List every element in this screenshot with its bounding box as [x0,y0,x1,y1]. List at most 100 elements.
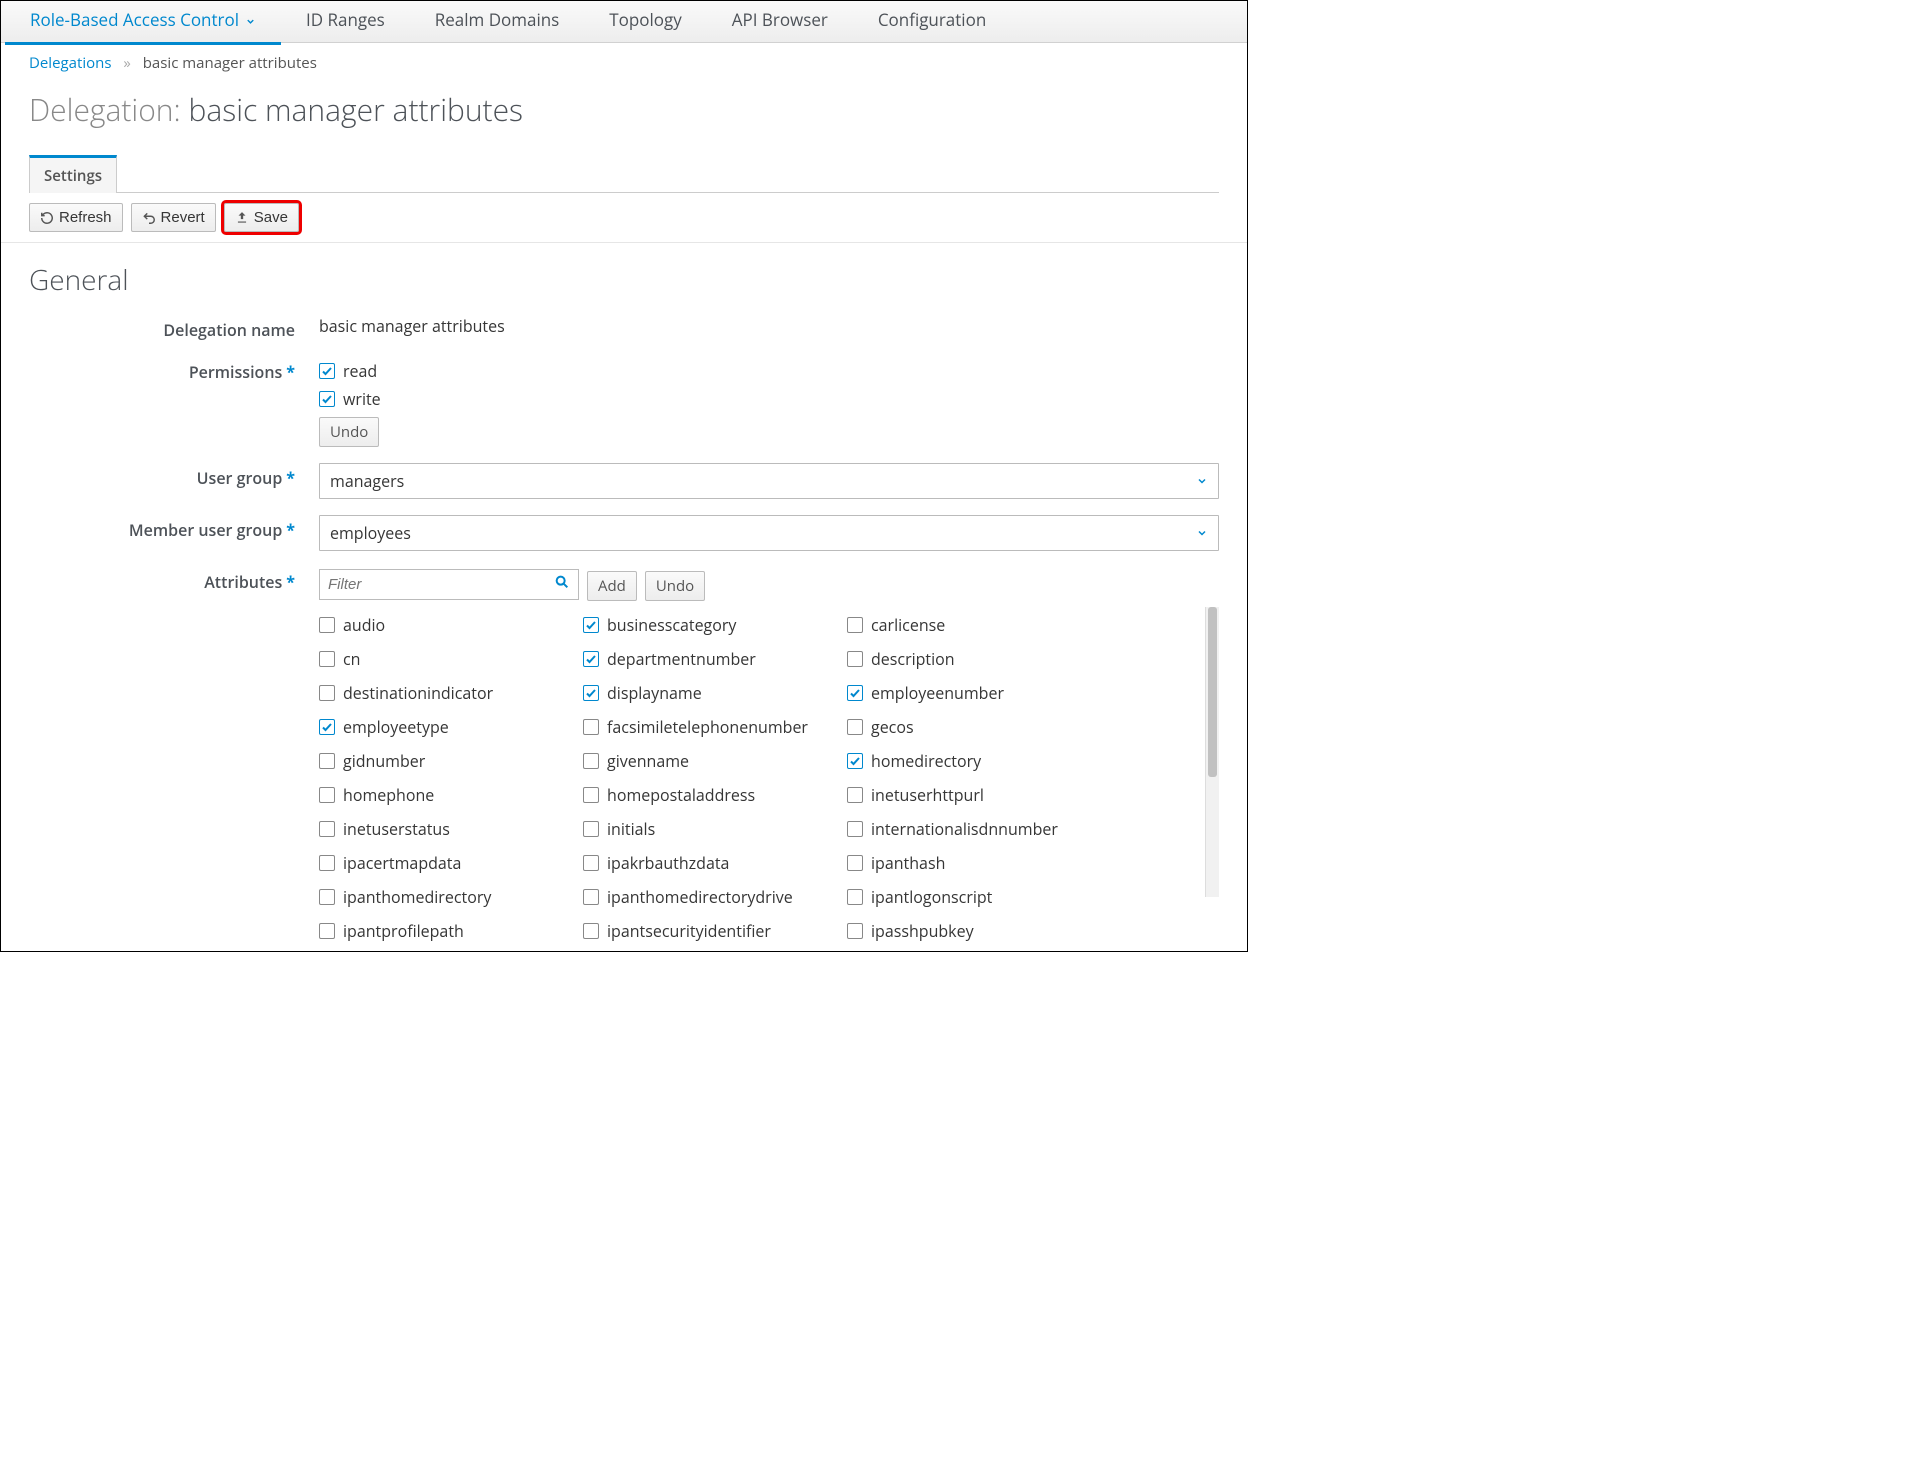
required-star: * [286,467,295,489]
attribute-checkbox-employeenumber[interactable] [847,685,863,701]
attribute-checkbox-gidnumber[interactable] [319,753,335,769]
top-nav: Role-Based Access ControlID RangesRealm … [1,1,1247,43]
attribute-label: inetuserhttpurl [871,784,984,806]
topnav-item-0[interactable]: Role-Based Access Control [5,0,281,44]
attribute-item: gidnumber [319,747,579,775]
user-group-select[interactable]: managers [319,463,1219,499]
search-icon[interactable] [546,573,578,595]
required-star: * [286,519,295,541]
attribute-checkbox-inetuserhttpurl[interactable] [847,787,863,803]
attribute-item: businesscategory [583,611,843,639]
attribute-checkbox-ipantsecurityidentifier[interactable] [583,923,599,939]
attribute-checkbox-departmentnumber[interactable] [583,651,599,667]
attribute-item: cn [319,645,579,673]
topnav-item-2[interactable]: Realm Domains [410,0,585,44]
tab-settings[interactable]: Settings [29,155,117,193]
topnav-item-4[interactable]: API Browser [707,0,853,44]
save-button[interactable]: Save [224,203,299,232]
attribute-label: carlicense [871,614,945,636]
attribute-checkbox-homepostaladdress[interactable] [583,787,599,803]
attribute-item: destinationindicator [319,679,579,707]
attribute-label: ipanthomedirectory [343,886,491,908]
attribute-checkbox-displayname[interactable] [583,685,599,701]
attribute-item: audio [319,611,579,639]
attribute-checkbox-ipasshpubkey[interactable] [847,923,863,939]
attribute-item: employeetype [319,713,579,741]
attribute-item: ipanthomedirectory [319,883,579,911]
attribute-checkbox-employeetype[interactable] [319,719,335,735]
topnav-item-3[interactable]: Topology [584,0,706,44]
attribute-item: homepostaladdress [583,781,843,809]
attribute-item: inetuserhttpurl [847,781,1107,809]
attribute-checkbox-destinationindicator[interactable] [319,685,335,701]
attribute-filter-input[interactable] [320,570,546,599]
attribute-checkbox-homedirectory[interactable] [847,753,863,769]
breadcrumb-separator: » [123,53,130,73]
chevron-down-icon [1196,522,1208,544]
attribute-checkbox-internationalisdnnumber[interactable] [847,821,863,837]
attribute-checkbox-ipanthomedirectorydrive[interactable] [583,889,599,905]
attribute-item: description [847,645,1107,673]
attribute-checkbox-initials[interactable] [583,821,599,837]
attribute-checkbox-ipacertmapdata[interactable] [319,855,335,871]
attribute-checkbox-ipakrbauthzdata[interactable] [583,855,599,871]
topnav-item-1[interactable]: ID Ranges [281,0,410,44]
attribute-checkbox-ipantprofilepath[interactable] [319,923,335,939]
attribute-checkbox-description[interactable] [847,651,863,667]
attribute-item: givenname [583,747,843,775]
attribute-item: inetuserstatus [319,815,579,843]
attribute-label: ipantlogonscript [871,886,992,908]
attribute-label: homephone [343,784,434,806]
attribute-checkbox-homephone[interactable] [319,787,335,803]
label-user-group: User group* [29,463,319,489]
revert-button[interactable]: Revert [131,203,216,232]
breadcrumb: Delegations » basic manager attributes [1,43,1247,73]
attribute-label: ipantprofilepath [343,920,464,942]
chevron-down-icon [245,16,256,27]
permissions-undo-button[interactable]: Undo [319,417,379,447]
attribute-undo-button[interactable]: Undo [645,571,705,601]
attribute-checkbox-inetuserstatus[interactable] [319,821,335,837]
attribute-checkbox-ipantlogonscript[interactable] [847,889,863,905]
attribute-grid: audio businesscategory carlicense cn departm… [319,607,1205,945]
label-attributes: Attributes* [29,567,319,593]
attribute-item: ipantprofilepath [319,917,579,945]
attribute-checkbox-audio[interactable] [319,617,335,633]
attribute-item: ipakrbauthzdata [583,849,843,877]
attribute-label: businesscategory [607,614,736,636]
attribute-item: displayname [583,679,843,707]
page-title-prefix: Delegation: [29,89,188,130]
attribute-label: audio [343,614,385,636]
attribute-label: departmentnumber [607,648,756,670]
attribute-item: employeenumber [847,679,1107,707]
attribute-add-button[interactable]: Add [587,571,637,601]
member-user-group-select[interactable]: employees [319,515,1219,551]
attribute-checkbox-ipanthomedirectory[interactable] [319,889,335,905]
refresh-button[interactable]: Refresh [29,203,123,232]
attribute-checkbox-businesscategory[interactable] [583,617,599,633]
attribute-label: displayname [607,682,702,704]
attribute-checkbox-ipanthash[interactable] [847,855,863,871]
breadcrumb-root[interactable]: Delegations [29,53,112,73]
scrollbar[interactable] [1205,607,1219,897]
attribute-checkbox-cn[interactable] [319,651,335,667]
attribute-label: destinationindicator [343,682,493,704]
undo-icon [142,211,156,225]
label-permissions: Permissions* [29,357,319,383]
scrollbar-thumb[interactable] [1208,607,1217,777]
attribute-item: internationalisdnnumber [847,815,1107,843]
attribute-checkbox-carlicense[interactable] [847,617,863,633]
attribute-checkbox-facsimiletelephonenumber[interactable] [583,719,599,735]
topnav-item-5[interactable]: Configuration [853,0,1011,44]
attribute-item: ipasshpubkey [847,917,1107,945]
checkbox-write[interactable] [319,391,335,407]
attribute-checkbox-gecos[interactable] [847,719,863,735]
attribute-label: gidnumber [343,750,425,772]
attribute-label: facsimiletelephonenumber [607,716,808,738]
checkbox-read[interactable] [319,363,335,379]
attribute-checkbox-givenname[interactable] [583,753,599,769]
attribute-item: carlicense [847,611,1107,639]
required-star: * [286,571,295,593]
attribute-item: ipantsecurityidentifier [583,917,843,945]
tab-row: Settings [29,154,1219,193]
